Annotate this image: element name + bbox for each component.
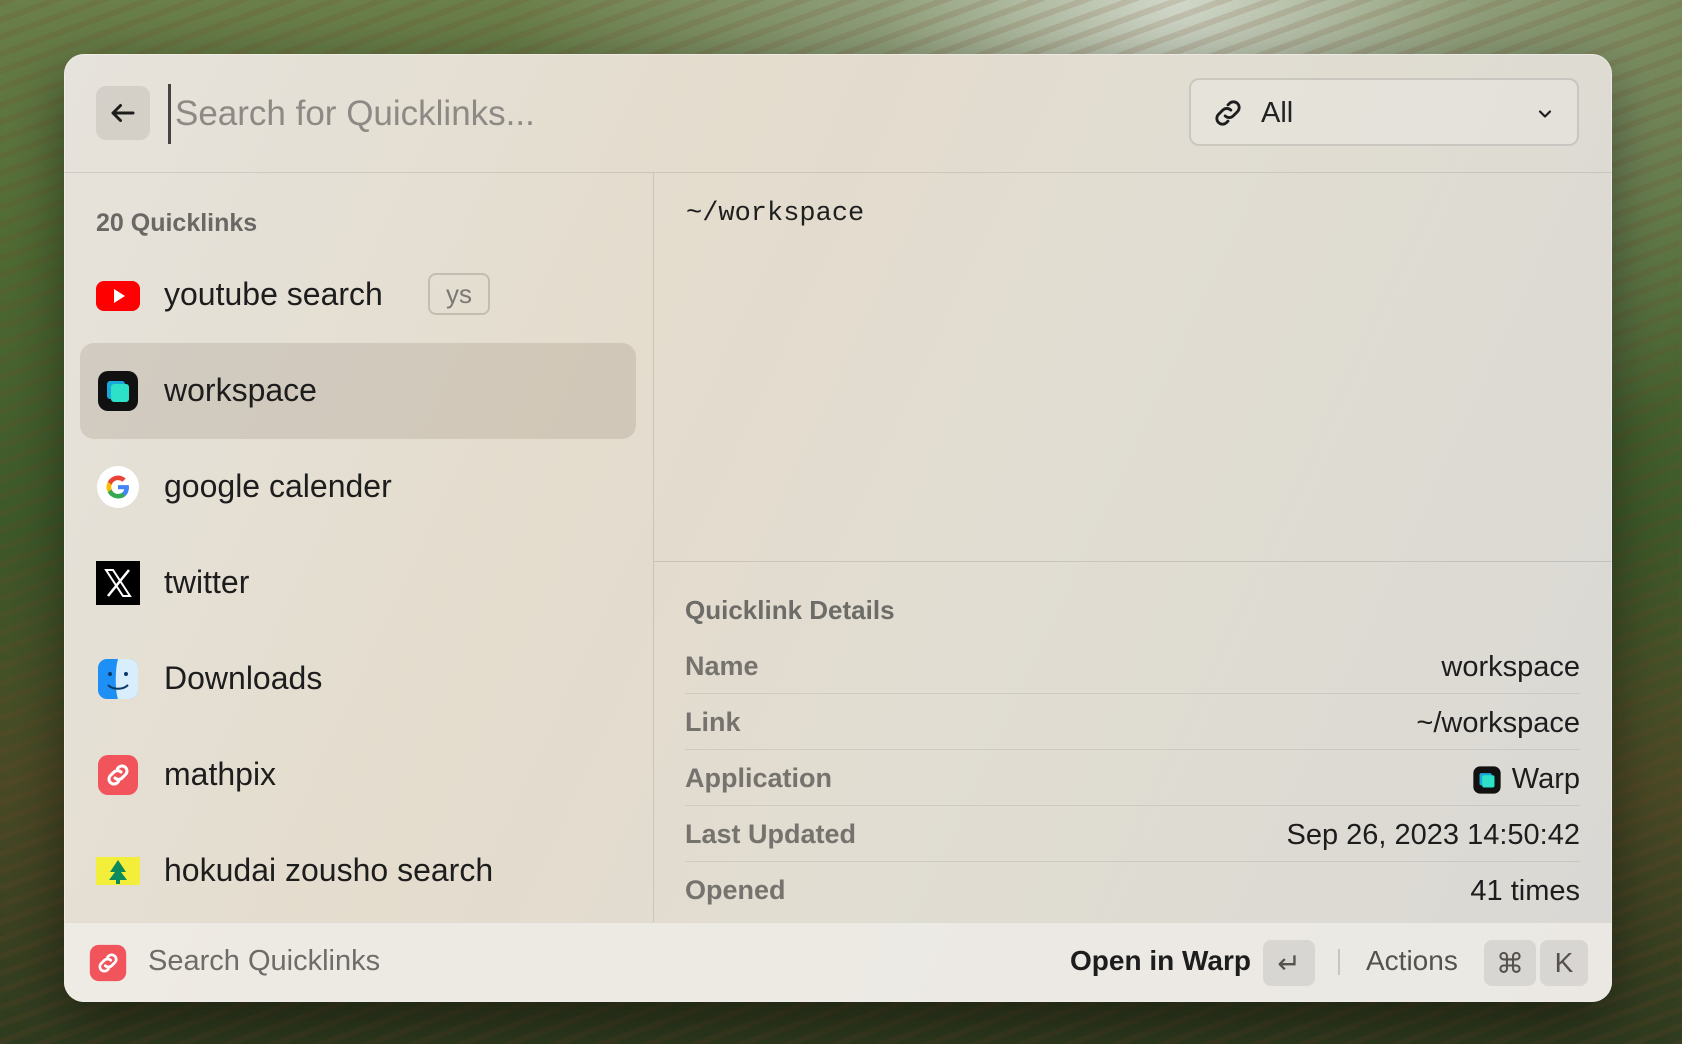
link-icon [1215,100,1241,126]
back-button[interactable] [96,86,150,140]
list-item-youtube-search[interactable]: youtube search ys [80,247,636,343]
filter-dropdown[interactable]: All [1189,78,1579,146]
chevron-down-icon [1538,110,1552,118]
actions-button[interactable]: Actions [1366,945,1458,977]
detail-key: Application [685,763,832,793]
preview-text: ~/workspace [686,199,865,229]
detail-key: Last Updated [685,819,857,849]
warp-icon [98,371,138,411]
hokudai-icon [96,857,140,885]
enter-key-hint: ↵ [1263,940,1315,986]
list-item-label: twitter [164,564,250,600]
detail-row-last-updated: Last Updated Sep 26, 2023 14:50:42 [685,805,1580,862]
command-name: Search Quicklinks [148,945,381,977]
detail-value: Warp [1472,763,1580,796]
x-icon [96,561,140,605]
detail-key: Opened [685,875,786,905]
search-input[interactable] [168,84,1077,144]
search-bar: All [64,54,1612,173]
alias-badge: ys [428,273,490,315]
detail-value: 41 times [1470,875,1580,907]
list-item-google-calender[interactable]: google calender [80,439,636,535]
youtube-icon [96,281,140,311]
open-in-warp-button[interactable]: Open in Warp [1070,945,1251,977]
divider [1338,949,1340,975]
detail-value: Sep 26, 2023 14:50:42 [1286,819,1580,851]
google-icon [97,466,139,508]
list-item-workspace[interactable]: workspace [80,343,636,439]
list-item-twitter[interactable]: twitter [80,535,636,631]
finder-icon [98,659,138,699]
detail-key: Link [685,707,741,737]
list-item-mathpix[interactable]: mathpix [80,727,636,823]
detail-row-link: Link ~/workspace [685,693,1580,750]
list-item-label: google calender [164,468,392,504]
link-preview: ~/workspace [654,173,1612,562]
detail-row-application: Application Warp [685,749,1580,806]
list-item-label: Downloads [164,660,323,696]
detail-row-name: Name workspace [685,637,1580,694]
list-item-label: mathpix [164,756,277,792]
list-item-hokudai-zousho-search[interactable]: hokudai zousho search [80,823,636,919]
quicklinks-window: All 20 Quicklinks youtube search ys work… [64,54,1612,1002]
list-item-label: hokudai zousho search [164,852,494,888]
details-title: Quicklink Details [685,595,895,625]
detail-value: workspace [1441,651,1580,683]
list-item-downloads[interactable]: Downloads [80,631,636,727]
detail-value: ~/workspace [1416,707,1580,739]
link-icon [89,944,127,982]
link-icon [98,755,138,795]
arrow-left-icon [111,104,135,122]
action-bar: Search Quicklinks Open in Warp ↵ Actions… [64,922,1612,1002]
list-item-label: workspace [164,372,317,408]
detail-key: Name [685,651,759,681]
detail-panel: ~/workspace Quicklink Details Name works… [654,173,1612,922]
cmd-key-hint: ⌘ [1484,940,1536,986]
warp-icon [1473,765,1501,794]
filter-label: All [1261,97,1294,129]
list-item-label: youtube search [164,276,383,312]
list-section-title: 20 Quicklinks [96,209,258,237]
k-key-hint: K [1540,940,1588,986]
detail-row-opened: Opened 41 times [685,861,1580,917]
quicklinks-list: 20 Quicklinks youtube search ys workspac… [64,173,654,922]
